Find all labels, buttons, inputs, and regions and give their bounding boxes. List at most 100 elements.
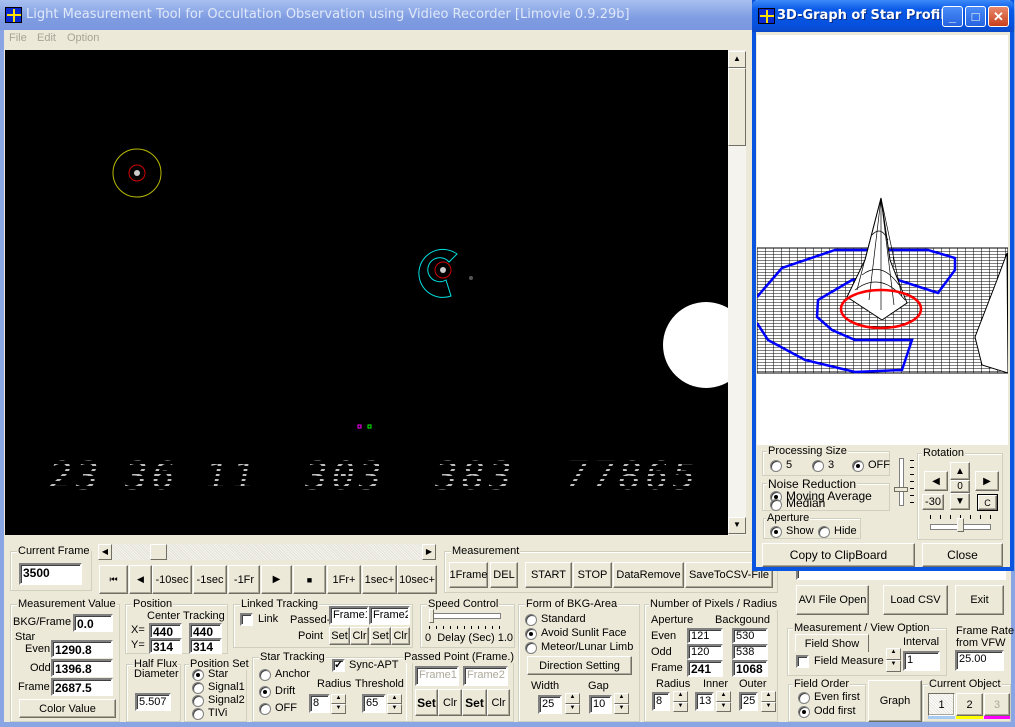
current-frame-input[interactable]: 3500 (19, 563, 82, 585)
field-measure-checkbox[interactable] (796, 655, 809, 668)
passed-clr2-button[interactable]: Clr (487, 689, 510, 716)
aperture-radius-spinner[interactable]: ▲ ▼ (673, 691, 688, 712)
sync-apt-checkbox[interactable]: ✓ (332, 659, 345, 672)
plus-1fr-button[interactable]: 1Fr+ (327, 565, 361, 594)
object-3-button[interactable]: 3 (984, 693, 1010, 716)
slider-right-arrow[interactable]: ▶ (422, 544, 436, 560)
tracking-drift-radio[interactable] (259, 686, 271, 698)
aperture-radius-input[interactable]: 8 (652, 692, 670, 711)
rotate-minus30-button[interactable]: -30 (922, 494, 944, 510)
avi-file-open-button[interactable]: AVI File Open (796, 585, 869, 615)
stop-button[interactable]: STOP (573, 562, 612, 588)
passed-frame1-input[interactable]: Frame1 (415, 666, 459, 686)
menu-edit[interactable]: Edit (37, 32, 56, 44)
prev-button[interactable]: ◀ (129, 565, 152, 594)
slider-left-arrow[interactable]: ◀ (98, 544, 112, 560)
vertical-slider-thumb[interactable] (894, 487, 908, 492)
position-set-tivi-radio[interactable] (192, 708, 204, 720)
tracking-radius-spinner[interactable]: ▲ ▼ (331, 694, 346, 714)
outer-radius-spinner[interactable]: ▲ ▼ (761, 691, 776, 712)
proc-size-5-radio[interactable] (770, 460, 782, 472)
position-set-signal1-radio[interactable] (192, 682, 204, 694)
aperture-show-radio[interactable] (770, 526, 782, 538)
speed-slider-thumb[interactable] (429, 609, 434, 623)
exit-button[interactable]: Exit (955, 585, 1004, 615)
median-radio[interactable] (770, 499, 782, 511)
plus-1sec-button[interactable]: 1sec+ (362, 565, 397, 594)
menu-option[interactable]: Option (67, 32, 99, 44)
first-frame-button[interactable]: ⏮ (99, 565, 128, 594)
aperture-hide-radio[interactable] (818, 526, 830, 538)
threshold-spinner[interactable]: ▲ ▼ (387, 694, 402, 714)
passed-frame2-input[interactable]: Frame2 (463, 666, 508, 686)
rotate-right-button[interactable]: ▶ (975, 471, 999, 491)
play-button[interactable]: ▶ (261, 565, 292, 594)
scroll-down-arrow[interactable]: ▼ (728, 517, 746, 534)
proc-size-off-radio[interactable] (852, 460, 864, 472)
position-set-signal2-radio[interactable] (192, 695, 204, 707)
threshold-input[interactable]: 65 (362, 694, 386, 713)
interval-input[interactable]: 1 (903, 651, 940, 671)
link-checkbox[interactable] (240, 613, 253, 626)
data-remove-button[interactable]: DataRemove (613, 562, 684, 588)
slider-thumb[interactable] (150, 544, 167, 560)
tracking-radius-input[interactable]: 8 (309, 694, 330, 713)
bkg-avoid-sunlit-radio[interactable] (525, 628, 537, 640)
bkg-gap-spinner[interactable]: ▲ ▼ (614, 693, 629, 714)
rotate-up-button[interactable]: ▲ (950, 462, 970, 480)
frame-rate-input[interactable]: 25.00 (955, 650, 1004, 671)
start-button[interactable]: START (525, 562, 572, 588)
passed-clr1-button[interactable]: Clr (438, 689, 462, 716)
video-scrollbar[interactable]: ▲ ▼ (728, 50, 746, 535)
linked-clr1-button[interactable]: Clr (350, 627, 369, 645)
bkg-meteor-radio[interactable] (525, 642, 537, 654)
copy-to-clipboard-button[interactable]: Copy to ClipBoard (762, 543, 915, 567)
proc-size-3-radio[interactable] (812, 460, 824, 472)
delete-button[interactable]: DEL (490, 562, 518, 588)
even-first-radio[interactable] (798, 692, 810, 704)
color-value-button[interactable]: Color Value (19, 699, 116, 718)
plus-10sec-button[interactable]: 10sec+ (397, 565, 437, 594)
passed-set1-button[interactable]: Set (415, 689, 438, 716)
position-set-star-radio[interactable] (192, 669, 204, 681)
tracking-off-radio[interactable] (259, 703, 271, 715)
inner-radius-spinner[interactable]: ▲ ▼ (716, 691, 731, 712)
vertical-slider-track[interactable] (899, 458, 904, 506)
rotate-down-button[interactable]: ▼ (950, 493, 970, 510)
graph-button[interactable]: Graph (868, 680, 922, 722)
minus-10sec-button[interactable]: -10sec (152, 565, 192, 594)
linked-set1-button[interactable]: Set (329, 627, 350, 645)
odd-first-radio[interactable] (798, 706, 810, 718)
frame-slider[interactable]: ◀ ▶ (98, 544, 436, 560)
linked-frame2-input[interactable]: Frame2 (369, 606, 410, 625)
one-frame-button[interactable]: 1Frame (449, 562, 488, 588)
speed-slider-track[interactable] (429, 613, 501, 619)
graph3d-title-bar[interactable]: 3D-Graph of Star Profile _ □ ✕ (752, 0, 1014, 32)
linked-frame1-input[interactable]: Frame1 (329, 606, 369, 625)
inner-radius-input[interactable]: 13 (695, 692, 714, 711)
minimize-button[interactable]: _ (942, 6, 963, 27)
passed-set2-button[interactable]: Set (462, 689, 487, 716)
stop-playback-button[interactable]: ■ (293, 565, 326, 594)
linked-clr2-button[interactable]: Clr (391, 627, 410, 645)
outer-radius-input[interactable]: 25 (739, 692, 758, 711)
object-1-button[interactable]: 1 (928, 693, 955, 716)
object-2-button[interactable]: 2 (956, 693, 983, 716)
menu-file[interactable]: File (9, 32, 27, 44)
interval-spinner[interactable]: ▲ ▼ (886, 648, 901, 672)
minus-1fr-button[interactable]: -1Fr (228, 565, 260, 594)
bkg-width-input[interactable]: 25 (538, 695, 562, 714)
scroll-thumb[interactable] (728, 68, 746, 146)
load-csv-button[interactable]: Load CSV (883, 585, 948, 615)
minus-1sec-button[interactable]: -1sec (193, 565, 227, 594)
direction-setting-button[interactable]: Direction Setting (527, 656, 632, 675)
rotate-left-button[interactable]: ◀ (924, 471, 948, 491)
bkg-gap-input[interactable]: 10 (589, 695, 612, 714)
rotate-reset-button[interactable]: C (977, 494, 998, 511)
video-display[interactable]: 23 36 11 303 383 77865 (5, 50, 728, 535)
bkg-standard-radio[interactable] (525, 614, 537, 626)
bkg-width-spinner[interactable]: ▲ ▼ (565, 693, 580, 714)
rotation-slider-thumb[interactable] (957, 518, 964, 532)
tracking-anchor-radio[interactable] (259, 669, 271, 681)
maximize-button[interactable]: □ (965, 6, 986, 27)
